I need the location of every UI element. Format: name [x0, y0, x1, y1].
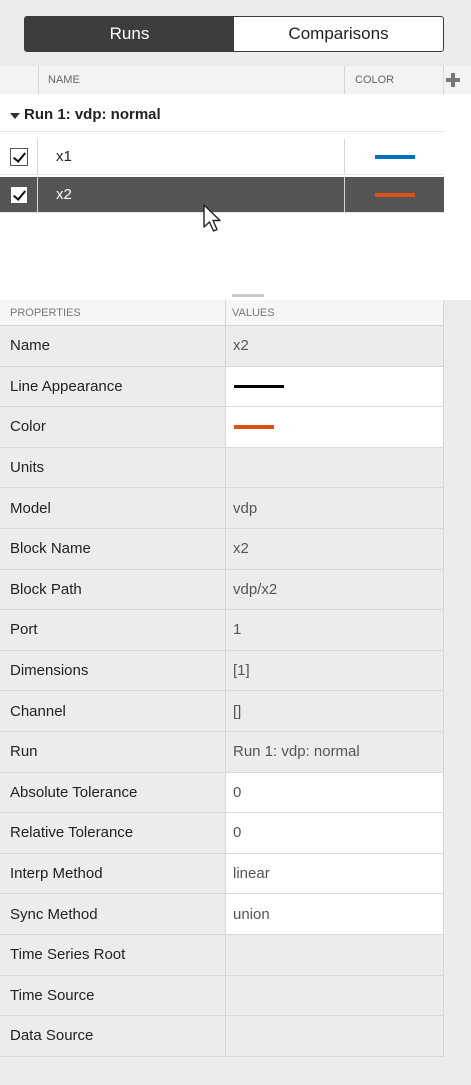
property-row-sync-method: Sync Method union — [0, 894, 444, 935]
line-appearance-picker[interactable] — [226, 366, 444, 407]
relative-tolerance-field[interactable]: 0 — [226, 813, 444, 853]
properties-header: PROPERTIES VALUES — [0, 300, 444, 326]
property-value: x2 — [226, 528, 444, 569]
property-row-line-appearance: Line Appearance — [0, 366, 444, 408]
property-value — [226, 1016, 444, 1056]
property-row-data-source: Data Source — [0, 1016, 444, 1057]
property-row-color: Color — [0, 407, 444, 448]
property-label: Channel — [0, 691, 226, 731]
signal-color-cell[interactable] — [344, 177, 444, 212]
run-group-row[interactable]: Run 1: vdp: normal — [0, 98, 444, 132]
property-label: Absolute Tolerance — [0, 772, 226, 813]
property-row-name: Name x2 — [0, 326, 444, 367]
property-row-block-path: Block Path vdp/x2 — [0, 569, 444, 611]
run-group-label: Run 1: vdp: normal — [24, 106, 161, 123]
signal-name: x2 — [56, 186, 72, 203]
property-row-block-name: Block Name x2 — [0, 528, 444, 570]
property-label: Dimensions — [0, 650, 226, 691]
property-label: Sync Method — [0, 894, 226, 934]
property-row-model: Model vdp — [0, 488, 444, 529]
panel-splitter-handle[interactable] — [232, 294, 264, 297]
checkbox-cell — [0, 139, 38, 174]
property-row-time-series-root: Time Series Root — [0, 934, 444, 976]
property-value: x2 — [226, 326, 444, 366]
signal-color-cell[interactable] — [344, 139, 444, 174]
signal-color-swatch — [374, 154, 415, 159]
property-label: Line Appearance — [0, 366, 226, 407]
property-value: vdp — [226, 488, 444, 528]
property-label: Port — [0, 610, 226, 650]
view-tab-toggle: Runs Comparisons — [24, 16, 444, 52]
property-label: Time Series Root — [0, 934, 226, 975]
sync-method-field[interactable]: union — [226, 894, 444, 934]
property-row-absolute-tolerance: Absolute Tolerance 0 — [0, 772, 444, 814]
property-value: 1 — [226, 610, 444, 650]
property-row-port: Port 1 — [0, 610, 444, 651]
checkbox-cell — [0, 177, 38, 212]
property-label: Interp Method — [0, 853, 226, 894]
signal-checkbox-x2[interactable] — [9, 185, 28, 204]
property-label: Run — [0, 731, 226, 772]
property-label: Relative Tolerance — [0, 813, 226, 853]
property-row-time-source: Time Source — [0, 975, 444, 1017]
color-picker[interactable] — [226, 407, 444, 447]
interp-method-field[interactable]: linear — [226, 853, 444, 894]
property-row-dimensions: Dimensions [1] — [0, 650, 444, 692]
property-row-channel: Channel [] — [0, 691, 444, 732]
property-value — [226, 447, 444, 488]
property-row-units: Units — [0, 447, 444, 489]
column-header-color[interactable]: COLOR — [344, 66, 444, 94]
signal-table-header: NAME COLOR — [0, 66, 471, 94]
property-row-run: Run Run 1: vdp: normal — [0, 731, 444, 773]
property-value: vdp/x2 — [226, 569, 444, 610]
signal-color-swatch — [374, 192, 415, 197]
property-label: Data Source — [0, 1016, 226, 1056]
line-style-sample — [234, 384, 284, 388]
property-value: Run 1: vdp: normal — [226, 731, 444, 772]
property-value — [226, 975, 444, 1016]
property-row-interp-method: Interp Method linear — [0, 853, 444, 895]
color-sample — [234, 424, 274, 429]
column-header-values: VALUES — [226, 300, 444, 325]
property-label: Units — [0, 447, 226, 488]
property-row-relative-tolerance: Relative Tolerance 0 — [0, 813, 444, 854]
property-value: [1] — [226, 650, 444, 691]
property-label: Model — [0, 488, 226, 528]
property-value: [] — [226, 691, 444, 731]
column-header-properties: PROPERTIES — [0, 300, 226, 325]
collapse-caret-icon[interactable] — [10, 112, 20, 119]
property-label: Block Path — [0, 569, 226, 610]
property-label: Time Source — [0, 975, 226, 1016]
signal-row-x1[interactable]: x1 — [0, 139, 444, 175]
tab-comparisons[interactable]: Comparisons — [234, 17, 443, 51]
property-label: Block Name — [0, 528, 226, 569]
property-label: Color — [0, 407, 226, 447]
property-value — [226, 934, 444, 975]
properties-table: PROPERTIES VALUES Name x2 Line Appearanc… — [0, 300, 444, 1057]
column-header-name[interactable]: NAME — [38, 66, 344, 94]
signal-name: x1 — [56, 148, 72, 165]
mouse-pointer-icon — [203, 204, 221, 232]
add-column-icon[interactable] — [446, 73, 460, 87]
property-label: Name — [0, 326, 226, 366]
signal-checkbox-x1[interactable] — [9, 147, 28, 166]
tab-runs[interactable]: Runs — [25, 17, 234, 51]
absolute-tolerance-field[interactable]: 0 — [226, 772, 444, 813]
